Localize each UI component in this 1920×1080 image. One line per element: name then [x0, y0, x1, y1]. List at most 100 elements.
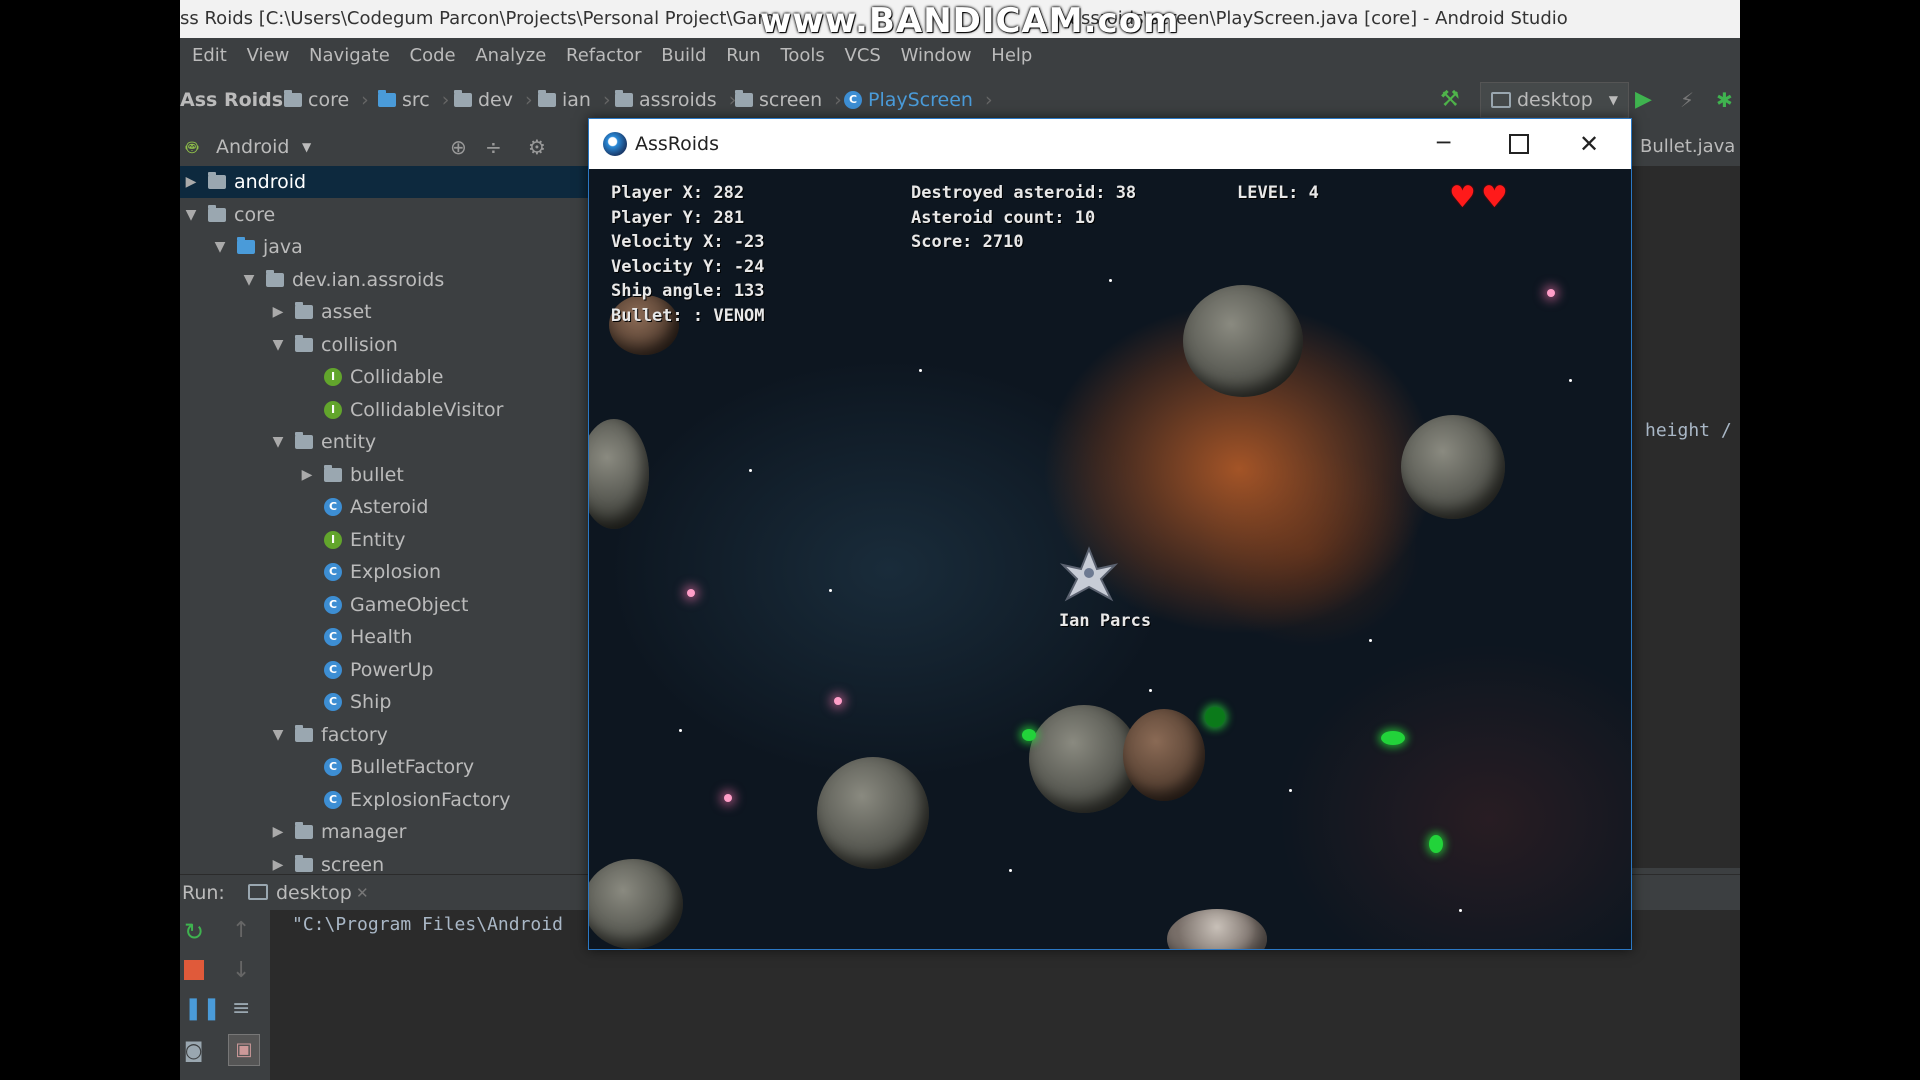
tree-item-android[interactable]: ▶ android — [180, 166, 600, 198]
menu-window[interactable]: Window — [901, 38, 972, 74]
arrow-down-icon[interactable]: ↓ — [232, 958, 250, 983]
pause-icon[interactable]: ❚❚ — [184, 996, 221, 1021]
tree-item-manager[interactable]: ▶ manager — [180, 816, 600, 848]
menu-navigate[interactable]: Navigate — [309, 38, 390, 74]
tree-item-entity[interactable]: I Entity — [180, 524, 600, 556]
breadcrumb-label: dev — [478, 89, 513, 111]
breadcrumb-dev[interactable]: dev › — [454, 82, 533, 118]
chevron-right-icon[interactable]: ▶ — [269, 296, 287, 328]
chevron-down-icon[interactable]: ▼ — [182, 199, 200, 231]
run-config-dropdown[interactable]: desktop ▼ — [1480, 82, 1630, 118]
project-view-selector[interactable]: Android — [216, 128, 289, 166]
asteroid — [589, 859, 683, 949]
tree-item-collision[interactable]: ▼ collision — [180, 329, 600, 361]
locate-icon[interactable]: ⊕ — [450, 128, 467, 166]
player-name-label: Ian Parcs — [1058, 611, 1152, 631]
soft-wrap-icon[interactable]: ≡ — [232, 996, 250, 1021]
rerun-icon[interactable]: ↻ — [184, 918, 204, 946]
close-icon[interactable]: ✕ — [1579, 119, 1599, 169]
package-icon — [295, 302, 313, 319]
menu-vcs[interactable]: VCS — [845, 38, 881, 74]
stop-icon[interactable] — [184, 960, 204, 980]
tree-item-java[interactable]: ▼ java — [180, 231, 600, 263]
chevron-right-icon[interactable]: ▶ — [298, 459, 316, 491]
menu-code[interactable]: Code — [410, 38, 456, 74]
chevron-right-icon[interactable]: ▶ — [182, 166, 200, 198]
chevron-down-icon[interactable]: ▼ — [269, 329, 287, 361]
menu-tools[interactable]: Tools — [780, 38, 824, 74]
hammer-icon: ⚒ — [1440, 87, 1460, 112]
breadcrumb-core[interactable]: core › — [284, 82, 369, 118]
maximize-icon[interactable] — [1509, 134, 1529, 154]
menu-build[interactable]: Build — [661, 38, 706, 74]
tree-item-explosion[interactable]: C Explosion — [180, 556, 600, 588]
lightning-icon: ⚡ — [1680, 88, 1695, 112]
breadcrumb-screen[interactable]: screen › — [735, 82, 842, 118]
hud-player-y: Player Y: 281 — [611, 207, 745, 228]
tree-item-factory[interactable]: ▼ factory — [180, 719, 600, 751]
editor-tab-bullet[interactable]: Bullet.java — [1632, 128, 1740, 166]
chevron-down-icon[interactable]: ▼ — [269, 426, 287, 458]
chevron-down-icon[interactable]: ▼ — [302, 128, 311, 166]
menu-analyze[interactable]: Analyze — [475, 38, 546, 74]
tree-item-label: PowerUp — [350, 658, 434, 681]
chevron-down-icon[interactable]: ▼ — [240, 264, 258, 296]
source-folder-icon — [378, 90, 396, 107]
package-icon — [295, 334, 313, 352]
debug-button[interactable]: ✱ — [1716, 82, 1733, 118]
tree-item-label: CollidableVisitor — [350, 398, 504, 421]
menu-run[interactable]: Run — [726, 38, 761, 74]
tree-item-bullet[interactable]: ▶ bullet — [180, 459, 600, 491]
breadcrumb-playscreen[interactable]: C PlayScreen › — [844, 82, 993, 118]
package-icon — [295, 854, 313, 872]
menu-view[interactable]: View — [247, 38, 290, 74]
tree-item-powerup[interactable]: C PowerUp — [180, 654, 600, 686]
tree-item-dev-ian-assroids[interactable]: ▼ dev.ian.assroids — [180, 264, 600, 296]
menu-help[interactable]: Help — [991, 38, 1032, 74]
menu-edit[interactable]: Edit — [192, 38, 227, 74]
game-window[interactable]: AssRoids ─ ✕ Ian Parcs Player X: 282 Pla… — [588, 118, 1632, 950]
apply-changes-button[interactable]: ⚡ — [1680, 82, 1694, 118]
minimize-icon[interactable]: ─ — [1437, 119, 1450, 169]
tree-item-ship[interactable]: C Ship — [180, 686, 600, 718]
run-tab-desktop[interactable]: desktop — [276, 875, 352, 911]
tree-item-collidablevisitor[interactable]: I CollidableVisitor — [180, 394, 600, 426]
tree-item-bulletfactory[interactable]: C BulletFactory — [180, 751, 600, 783]
chevron-down-icon[interactable]: ▼ — [269, 719, 287, 751]
chevron-right-icon[interactable]: ▶ — [269, 816, 287, 848]
arrow-up-icon[interactable]: ↑ — [232, 918, 250, 943]
hud-asteroid-count: Asteroid count: 10 — [911, 207, 1096, 228]
breadcrumb-src[interactable]: src › — [378, 82, 449, 118]
tree-item-asset[interactable]: ▶ asset — [180, 296, 600, 328]
tree-item-gameobject[interactable]: C GameObject — [180, 589, 600, 621]
make-project-button[interactable]: ⚒ — [1440, 82, 1460, 118]
breadcrumb-ian[interactable]: ian › — [538, 82, 611, 118]
powerup-orb — [1205, 707, 1225, 727]
tree-item-explosionfactory[interactable]: C ExplosionFactory — [180, 784, 600, 816]
collapse-icon[interactable]: ÷ — [485, 128, 502, 166]
code-editor[interactable] — [1632, 128, 1740, 868]
project-tree: ▶ android ▼ core ▼ java ▼ dev.ian.assroids ▶ asse… — [180, 166, 600, 876]
class-icon: C — [324, 790, 342, 809]
tree-item-collidable[interactable]: I Collidable — [180, 361, 600, 393]
menu-refactor[interactable]: Refactor — [566, 38, 642, 74]
tree-item-entity[interactable]: ▼ entity — [180, 426, 600, 458]
package-icon — [295, 822, 313, 839]
tree-item-label: manager — [321, 821, 407, 843]
tree-item-core[interactable]: ▼ core — [180, 199, 600, 231]
run-button[interactable]: ▶ — [1635, 82, 1652, 118]
gear-icon[interactable]: ⚙ — [528, 128, 546, 166]
camera-icon[interactable]: ◙ — [184, 1038, 203, 1062]
hud-destroyed-asteroids: Destroyed asteroid: 38 — [911, 183, 1137, 203]
chevron-down-icon[interactable]: ▼ — [211, 231, 229, 263]
tree-item-health[interactable]: C Health — [180, 621, 600, 653]
game-canvas[interactable]: Ian Parcs Player X: 282 Player Y: 281 Ve… — [589, 169, 1631, 949]
tree-item-asteroid[interactable]: C Asteroid — [180, 491, 600, 523]
breadcrumb-assroids[interactable]: assroids › — [615, 82, 736, 118]
asteroid — [817, 757, 929, 869]
close-icon[interactable]: ✕ — [356, 875, 369, 911]
tree-item-label: GameObject — [350, 593, 469, 616]
pink-star — [1547, 289, 1555, 297]
pin-icon[interactable]: ▣ — [228, 1034, 260, 1066]
star — [1569, 379, 1572, 382]
